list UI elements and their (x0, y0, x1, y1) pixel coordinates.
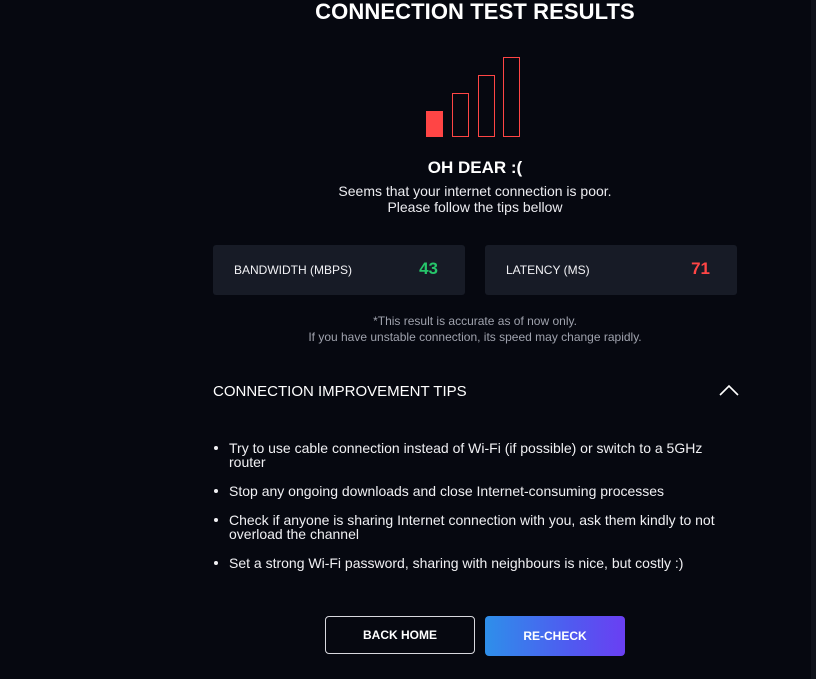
back-home-button[interactable]: BACK HOME (325, 616, 475, 654)
signal-bar-4 (503, 57, 520, 137)
latency-card: LATENCY (MS) 71 (485, 245, 737, 295)
signal-bar-2 (452, 93, 469, 137)
bandwidth-label: BANDWIDTH (MBPS) (234, 263, 352, 277)
status-heading: OH DEAR :( (427, 158, 523, 177)
accuracy-note: *This result is accurate as of now only.… (0, 313, 816, 345)
tip-item: Try to use cable connection instead of W… (213, 441, 723, 469)
bandwidth-value: 43 (419, 259, 438, 278)
page-title: CONNECTION TEST RESULTS (315, 0, 635, 24)
latency-label: LATENCY (MS) (506, 263, 590, 277)
tips-title: CONNECTION IMPROVEMENT TIPS (213, 383, 467, 400)
chevron-up-icon[interactable] (719, 384, 739, 396)
tip-item: Check if anyone is sharing Internet conn… (213, 513, 723, 541)
tips-list: Try to use cable connection instead of W… (213, 441, 723, 585)
latency-value: 71 (691, 259, 710, 278)
recheck-button[interactable]: RE-CHECK (485, 616, 625, 656)
note-line-2: If you have unstable connection, its spe… (308, 330, 642, 344)
signal-bar-3 (478, 75, 495, 137)
tip-item: Set a strong Wi-Fi password, sharing wit… (213, 556, 723, 570)
status-line-2: Please follow the tips bellow (387, 199, 563, 215)
signal-bar-1 (426, 111, 443, 137)
status-line-1: Seems that your internet connection is p… (338, 183, 612, 199)
tips-accordion-header[interactable]: CONNECTION IMPROVEMENT TIPS (213, 378, 739, 408)
bandwidth-card: BANDWIDTH (MBPS) 43 (213, 245, 465, 295)
note-line-1: *This result is accurate as of now only. (373, 314, 577, 328)
status-message: Seems that your internet connection is p… (0, 183, 816, 215)
tip-item: Stop any ongoing downloads and close Int… (213, 484, 723, 498)
signal-strength-icon (426, 56, 522, 137)
